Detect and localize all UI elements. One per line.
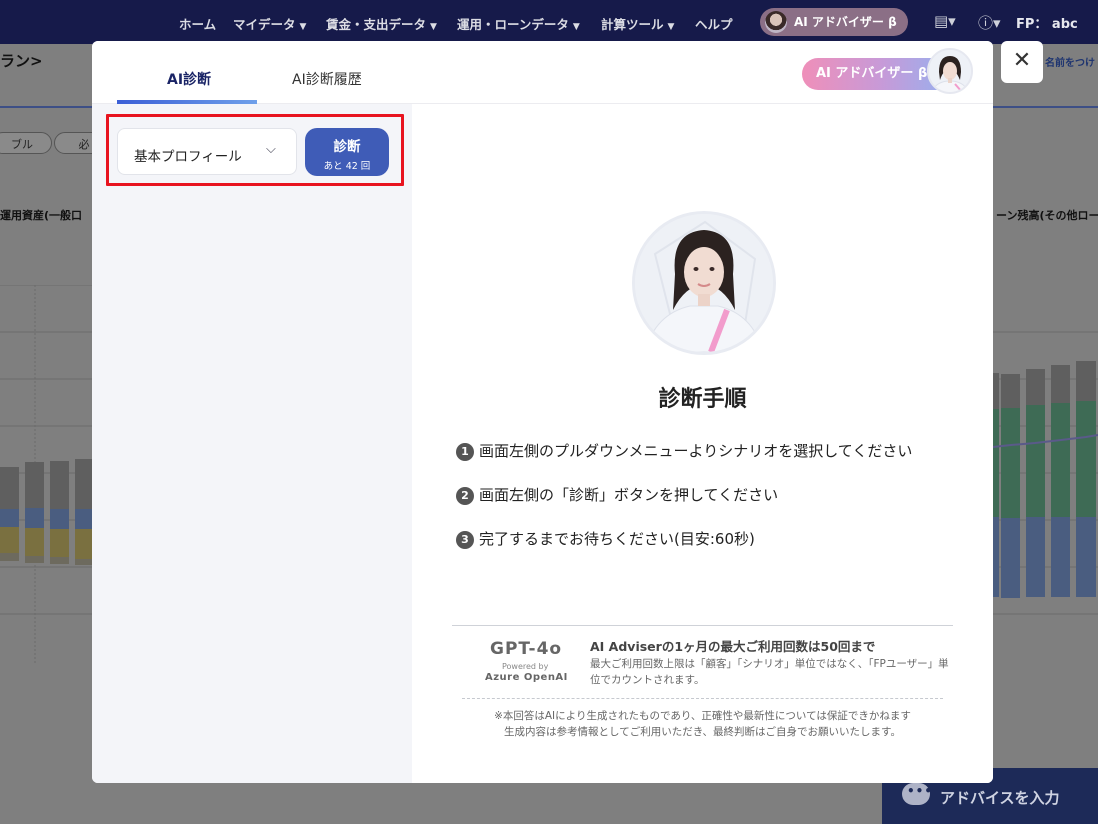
nav-wage-expense-label: 賃金・支出データ — [326, 17, 427, 32]
powered-by-label: Powered by — [502, 662, 549, 671]
usage-limit-title: AI Adviserの1ヶ月の最大ご利用回数は50回まで — [590, 639, 876, 654]
background-chart-left — [0, 285, 92, 665]
name-save-button[interactable]: 名前をつけ — [1045, 54, 1095, 69]
footer-dashed-divider — [462, 698, 943, 699]
step-text: 画面左側のプルダウンメニューよりシナリオを選択してください — [479, 442, 913, 460]
disclaimer-line: 生成内容は参考情報としてご利用いただき、最終判断はご自身でお願いいたします。 — [504, 726, 901, 738]
top-navigation-bar: ホーム マイデータ ▼ 賃金・支出データ ▼ 運用・ローンデータ ▼ 計算ツール ▼ ヘ… — [0, 0, 1098, 44]
step-text: 画面左側の「診断」ボタンを押してください — [479, 486, 779, 504]
advisor-avatar-icon — [765, 11, 787, 33]
user-name[interactable]: FP： abc — [1016, 13, 1078, 32]
step-number-badge: 2 — [456, 487, 474, 505]
nav-calc-tools[interactable]: 計算ツール ▼ — [601, 14, 674, 33]
provider-name: Azure OpenAI — [485, 672, 568, 683]
info-menu-icon[interactable]: ⓘ▾ — [978, 12, 1001, 33]
nav-ai-advisor-button[interactable]: AI アドバイザー β — [760, 8, 908, 36]
step-text: 完了するまでお待ちください(目安:60秒) — [479, 530, 755, 548]
nav-my-data[interactable]: マイデータ ▼ — [233, 14, 306, 33]
background-page-title: ラン> — [0, 52, 43, 70]
document-menu-icon[interactable]: ▤▾ — [934, 12, 956, 30]
disclaimer-line: ※本回答はAIにより生成されたものであり、正確性や最新性については保証できかねま… — [494, 710, 911, 722]
step-item: 1 画面左側のプルダウンメニューよりシナリオを選択してください — [456, 440, 912, 461]
step-item: 3 完了するまでお待ちください(目安:60秒) — [456, 528, 755, 549]
model-name: GPT-4o — [490, 639, 563, 659]
advice-input-label: アドバイスを入力 — [940, 789, 1060, 807]
tab-ai-diagnosis-history[interactable]: AI診断履歴 — [292, 69, 362, 89]
step-number-badge: 1 — [456, 443, 474, 461]
background-divider — [0, 106, 92, 108]
background-filter-pill[interactable]: ブル — [0, 132, 52, 154]
nav-my-data-label: マイデータ — [233, 17, 296, 32]
step-number-badge: 3 — [456, 531, 474, 549]
step-item: 2 画面左側の「診断」ボタンを押してください — [456, 484, 778, 505]
footer-divider — [452, 625, 953, 626]
background-divider — [993, 106, 1098, 108]
nav-ai-advisor-label: AI アドバイザー β — [794, 15, 897, 29]
chevron-down-icon: ▼ — [572, 22, 580, 32]
nav-home[interactable]: ホーム — [179, 14, 216, 33]
nav-help[interactable]: ヘルプ — [695, 14, 733, 33]
highlight-box — [106, 114, 404, 186]
chevron-down-icon: ▼ — [430, 22, 437, 32]
tab-ai-diagnosis[interactable]: AI診断 — [167, 69, 211, 89]
nav-calc-tools-label: 計算ツール — [601, 17, 664, 32]
close-icon: ✕ — [1012, 48, 1032, 73]
chevron-down-icon: ▼ — [299, 22, 307, 32]
background-chart-right — [993, 331, 1098, 615]
modal-header: AI診断 AI診断履歴 AI アドバイザー β — [92, 41, 993, 104]
chevron-down-icon: ▼ — [667, 22, 675, 32]
chat-bubble-icon — [902, 783, 933, 805]
usage-limit-note: 最大ご利用回数上限は「顧客」「シナリオ」単位ではなく、「FPユーザー」単位でカウ… — [590, 658, 949, 686]
advisor-avatar-icon — [927, 48, 973, 94]
background-chart-label: 運用資産(一般口 — [0, 209, 83, 222]
nav-investment-loan[interactable]: 運用・ローンデータ ▼ — [457, 14, 580, 33]
scenario-panel — [92, 104, 412, 783]
close-modal-button[interactable]: ✕ — [1001, 41, 1043, 83]
steps-title: 診断手順 — [658, 387, 747, 412]
advisor-portrait — [632, 211, 776, 355]
disclaimer: ※本回答はAIにより生成されたものであり、正確性や最新性については保証できかねま… — [452, 708, 953, 740]
nav-investment-loan-label: 運用・ローンデータ — [457, 17, 569, 32]
nav-wage-expense[interactable]: 賃金・支出データ ▼ — [326, 14, 437, 33]
background-chart-label: ーン残高(その他ロー — [996, 209, 1098, 222]
